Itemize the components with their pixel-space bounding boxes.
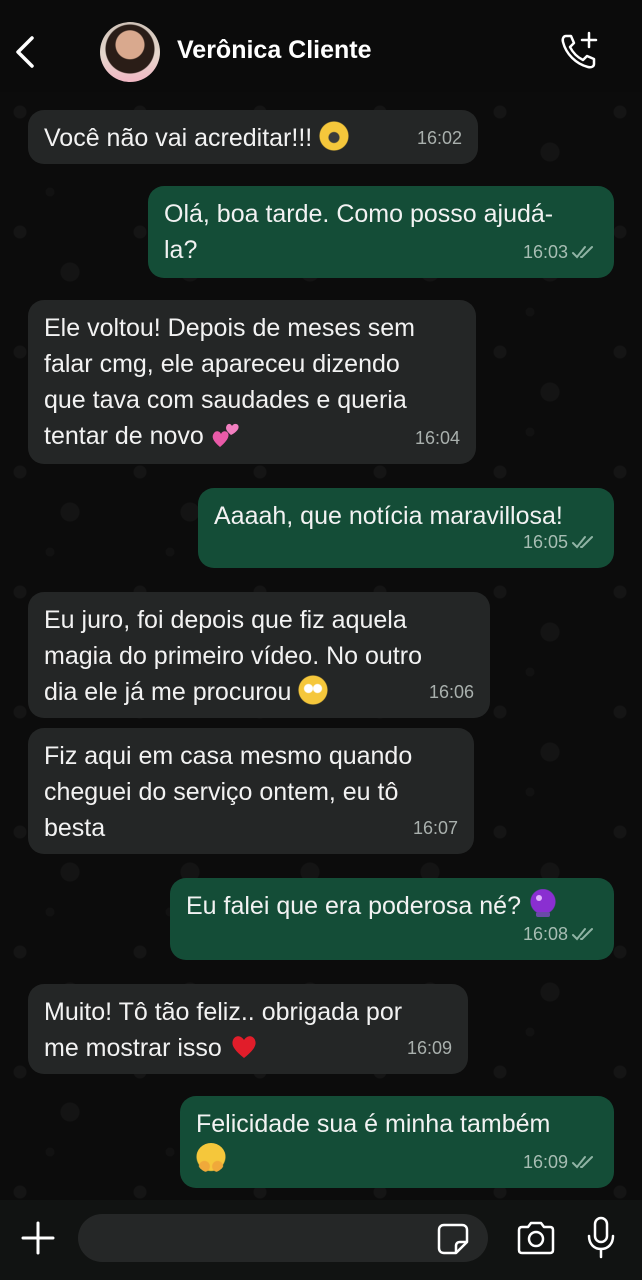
double-check-icon	[572, 536, 593, 549]
message-bubble-outgoing[interactable]: Eu falei que era poderosa né? 16:08	[170, 878, 614, 960]
message-time: 16:02	[417, 120, 462, 156]
phone-plus-icon	[561, 31, 598, 69]
chat-header: Verônica Cliente	[0, 0, 642, 92]
message-bubble-incoming[interactable]: Você não vai acreditar!!! 16:02	[28, 110, 478, 164]
message-bubble-incoming[interactable]: Muito! Tô tão feliz.. obrigada por me mo…	[28, 984, 468, 1074]
message-time-text: 16:06	[428, 682, 474, 702]
flushed-emoji	[298, 675, 329, 705]
crystal-ball-emoji	[527, 889, 558, 919]
message-text: Muito! Tô tão feliz.. obrigada por me mo…	[44, 998, 403, 1062]
double-check-icon	[572, 1156, 593, 1169]
message-text: Olá, boa tarde. Como posso ajudá- la?	[164, 200, 554, 264]
message-time-text: 16:04	[414, 428, 460, 448]
message-bubble-outgoing[interactable]: Felicidade sua é minha também 16:09	[180, 1096, 614, 1188]
sticker-icon	[437, 1223, 469, 1255]
scream-emoji	[319, 121, 350, 151]
message-input[interactable]	[78, 1214, 488, 1262]
message-time-text: 16:09	[406, 1038, 452, 1058]
contact-name[interactable]: Verônica Cliente	[177, 36, 372, 65]
message-time: 16:09	[407, 1030, 452, 1066]
message-time: 16:03	[523, 234, 598, 270]
message-bubble-incoming[interactable]: Ele voltou! Depois de meses sem falar cm…	[28, 300, 476, 464]
message-time: 16:06	[429, 674, 474, 710]
message-time: 16:05	[523, 524, 598, 560]
attach-button[interactable]	[18, 1218, 58, 1258]
message-text: Eu falei que era poderosa né?	[186, 892, 528, 920]
red-heart-emoji	[229, 1031, 259, 1061]
double-check-icon	[572, 928, 593, 941]
message-time: 16:08	[523, 916, 598, 952]
camera-button[interactable]	[515, 1220, 557, 1256]
message-time-text: 16:08	[522, 924, 568, 944]
sticker-button[interactable]	[436, 1222, 470, 1256]
microphone-icon	[587, 1216, 615, 1259]
message-time: 16:04	[415, 420, 460, 456]
message-time-text: 16:09	[522, 1152, 568, 1172]
message-time-text: 16:05	[522, 532, 568, 552]
avatar[interactable]	[100, 22, 160, 82]
two-hearts-emoji	[211, 419, 241, 449]
add-call-button[interactable]	[558, 30, 600, 72]
message-bubble-outgoing[interactable]: Aaaah, que notícia maravillosa! 16:05	[198, 488, 614, 568]
back-button[interactable]	[10, 30, 40, 74]
message-bubble-outgoing[interactable]: Olá, boa tarde. Como posso ajudá- la? 16…	[148, 186, 614, 278]
message-text: Eu juro, foi depois que fiz aquela magia…	[44, 606, 422, 706]
message-bubble-incoming[interactable]: Eu juro, foi depois que fiz aquela magia…	[28, 592, 490, 718]
message-time-text: 16:02	[416, 128, 462, 148]
double-check-icon	[572, 246, 593, 259]
microphone-button[interactable]	[586, 1216, 616, 1260]
message-time-text: 16:03	[522, 242, 568, 262]
message-text: Você não vai acreditar!!!	[44, 124, 320, 152]
composer-bar	[0, 1200, 642, 1280]
hugging-emoji	[196, 1143, 226, 1173]
chevron-left-icon	[16, 36, 34, 68]
message-time: 16:07	[413, 810, 458, 846]
message-text: Fiz aqui em casa mesmo quando cheguei do…	[44, 742, 413, 842]
camera-icon	[517, 1221, 555, 1255]
message-text: Aaaah, que notícia maravillosa!	[214, 502, 563, 530]
message-text: Felicidade sua é minha também	[196, 1110, 551, 1138]
plus-icon	[21, 1221, 55, 1255]
message-bubble-incoming[interactable]: Fiz aqui em casa mesmo quando cheguei do…	[28, 728, 474, 854]
message-time: 16:09	[523, 1144, 598, 1180]
message-time-text: 16:07	[412, 818, 458, 838]
